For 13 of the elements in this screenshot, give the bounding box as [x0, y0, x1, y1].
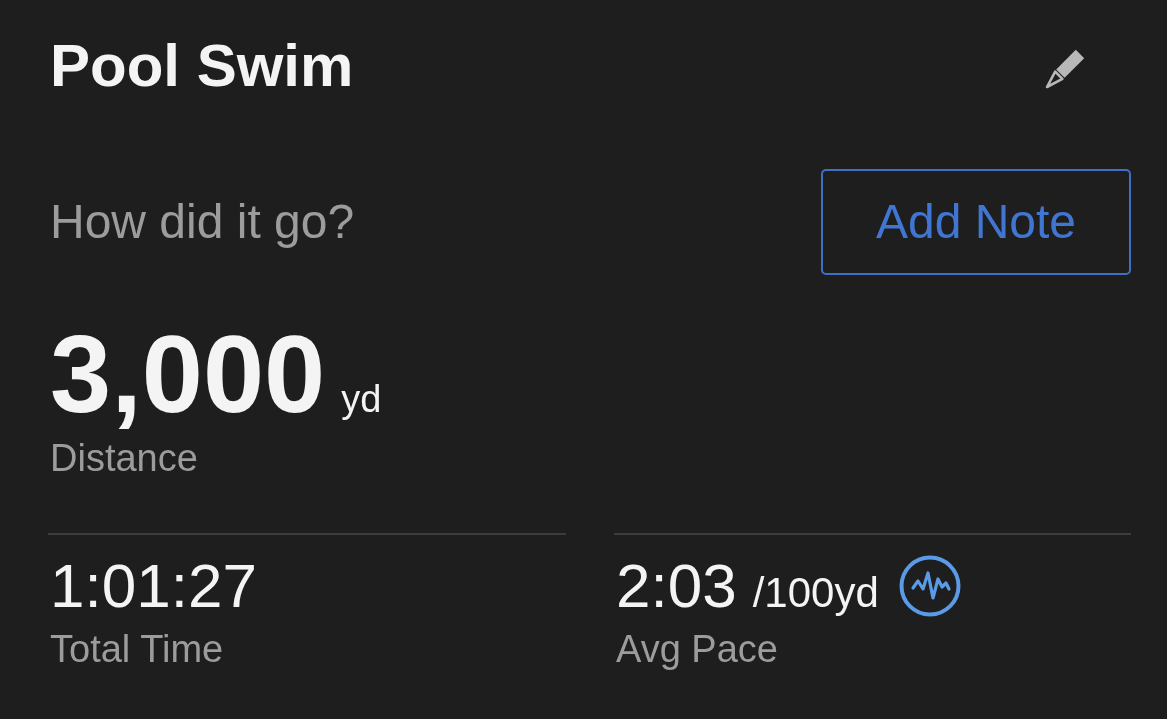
stat-label: Avg Pace: [616, 630, 778, 668]
stat-value: 2:03: [616, 555, 737, 617]
pencil-edit-icon[interactable]: [1045, 49, 1085, 89]
workout-title: Pool Swim: [50, 36, 354, 96]
note-prompt: How did it go?: [50, 198, 355, 246]
distance-value: 3,000: [50, 319, 326, 429]
waveform-circle-icon[interactable]: [898, 555, 961, 617]
stat-label: Total Time: [50, 630, 224, 668]
distance-unit: yd: [341, 380, 382, 418]
distance-label: Distance: [50, 439, 198, 477]
add-note-button[interactable]: Add Note: [821, 169, 1131, 275]
stat-unit: /100yd: [752, 572, 879, 614]
stat-value: 1:01:27: [50, 555, 257, 617]
